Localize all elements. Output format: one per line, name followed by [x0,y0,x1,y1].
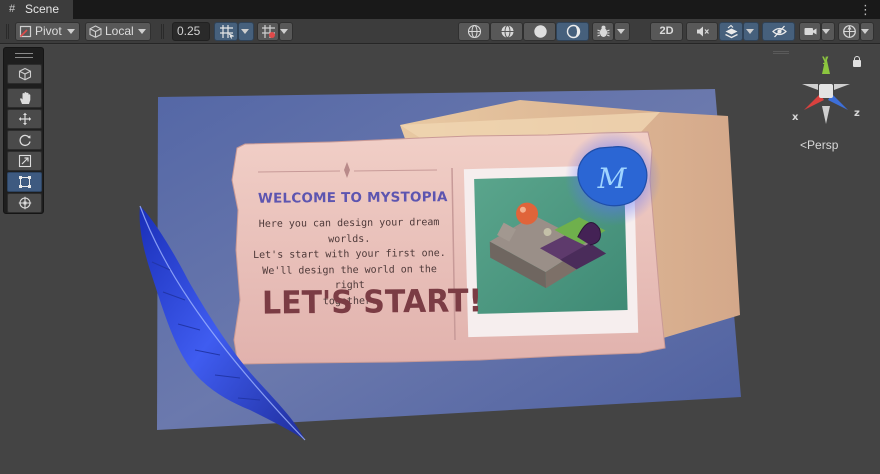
rect-icon [19,176,31,188]
chevron-left-icon: < [800,138,808,152]
tab-scene[interactable]: # Scene [0,0,73,19]
unlit-sphere-icon [566,24,581,39]
visibility-toggle[interactable] [762,22,795,41]
lets-start-heading: LET'S START! [261,282,483,323]
snap-value: 0.25 [177,24,201,38]
local-cube-icon [89,25,102,38]
wireframe-shading-button[interactable] [458,22,490,41]
camera-icon [804,28,817,35]
hash-icon: # [9,3,16,15]
grid-snap-icon [220,25,234,39]
cube-icon [18,67,32,81]
camera-settings-button[interactable] [799,22,821,41]
gizmo-x-label: x [792,112,799,123]
grid-visibility-icon [262,25,275,38]
toolbar-grip[interactable] [161,24,164,39]
move-tool[interactable] [7,109,42,129]
audio-toggle[interactable] [686,22,718,41]
scene-viewport[interactable]: M WELCOME TO MYSTOPIA Here you can desig… [0,45,880,474]
toolbar-grip[interactable] [6,24,9,39]
transform-tool[interactable] [7,193,42,213]
eye-hidden-icon [772,25,787,38]
shaded-wireframe-icon [501,25,514,38]
layers-effects-icon [725,24,738,39]
hand-icon [20,92,31,104]
pivot-icon [19,25,32,38]
gizmo-neg-z-axis[interactable] [802,84,818,90]
view-cube-tool[interactable] [7,64,42,84]
gizmo-y-label: y [822,54,829,65]
unlit-shading-button[interactable] [556,22,589,41]
gizmos-dropdown[interactable] [860,22,874,41]
effects-dropdown[interactable] [743,22,759,41]
palette-grip[interactable] [15,53,33,58]
rotate-icon [19,134,31,147]
shaded-button[interactable] [523,22,556,41]
grid-snapping-toggle[interactable] [214,22,238,41]
move-icon [18,112,32,126]
scale-icon [18,154,32,168]
grid-visibility-dropdown[interactable] [279,22,293,41]
hand-tool[interactable] [7,88,42,108]
2d-toggle[interactable]: 2D [650,22,683,41]
2d-label: 2D [659,25,674,37]
rotate-tool[interactable] [7,130,42,150]
debug-draw-mode-button[interactable] [592,22,614,41]
seal-letter: M [597,162,628,195]
gizmos-toggle[interactable] [838,22,860,41]
space-label: Local [105,24,134,38]
grid-snapping-dropdown[interactable] [238,22,254,41]
gizmo-z-label: z [854,108,860,119]
pivot-dropdown[interactable]: Pivot [15,22,80,41]
gizmo-neg-y-axis[interactable] [822,106,830,124]
shaded-sphere-icon [534,25,547,38]
bug-icon [597,25,610,37]
space-dropdown[interactable]: Local [85,22,151,41]
scale-tool[interactable] [7,151,42,171]
camera-settings-dropdown[interactable] [821,22,835,41]
tool-palette [3,47,44,214]
snap-increment-field[interactable]: 0.25 [172,22,210,41]
pivot-label: Pivot [35,24,62,38]
wireframe-sphere-icon [467,24,482,39]
gizmo-center-cube[interactable] [819,84,833,98]
unity-scene-window: # Scene ⋮ Pivot Local 0.25 2D M WELCOME … [0,0,880,474]
grid-visibility-toggle[interactable] [257,22,279,41]
tab-bar: # Scene ⋮ [0,0,880,19]
lock-icon[interactable] [853,56,861,67]
effects-toggle[interactable] [719,22,743,41]
gizmo-globe-icon [843,25,856,38]
kebab-menu-icon[interactable]: ⋮ [859,0,872,19]
projection-label: Persp [807,138,839,152]
rect-tool[interactable] [7,172,42,192]
speaker-muted-icon [697,26,709,37]
scene-toolbar: Pivot Local 0.25 2D [0,19,880,44]
card-body-line: Let's start with your first one. [253,247,446,262]
gizmo-neg-x-axis[interactable] [834,84,850,90]
card-title: WELCOME TO MYSTOPIA [257,189,448,207]
card-body-line: Here you can design your dream worlds. [258,217,440,245]
shaded-wireframe-button[interactable] [490,22,523,41]
debug-draw-mode-dropdown[interactable] [614,22,630,41]
projection-toggle[interactable]: <Persp [800,138,838,152]
tab-label: Scene [25,2,60,16]
transform-icon [18,196,32,210]
